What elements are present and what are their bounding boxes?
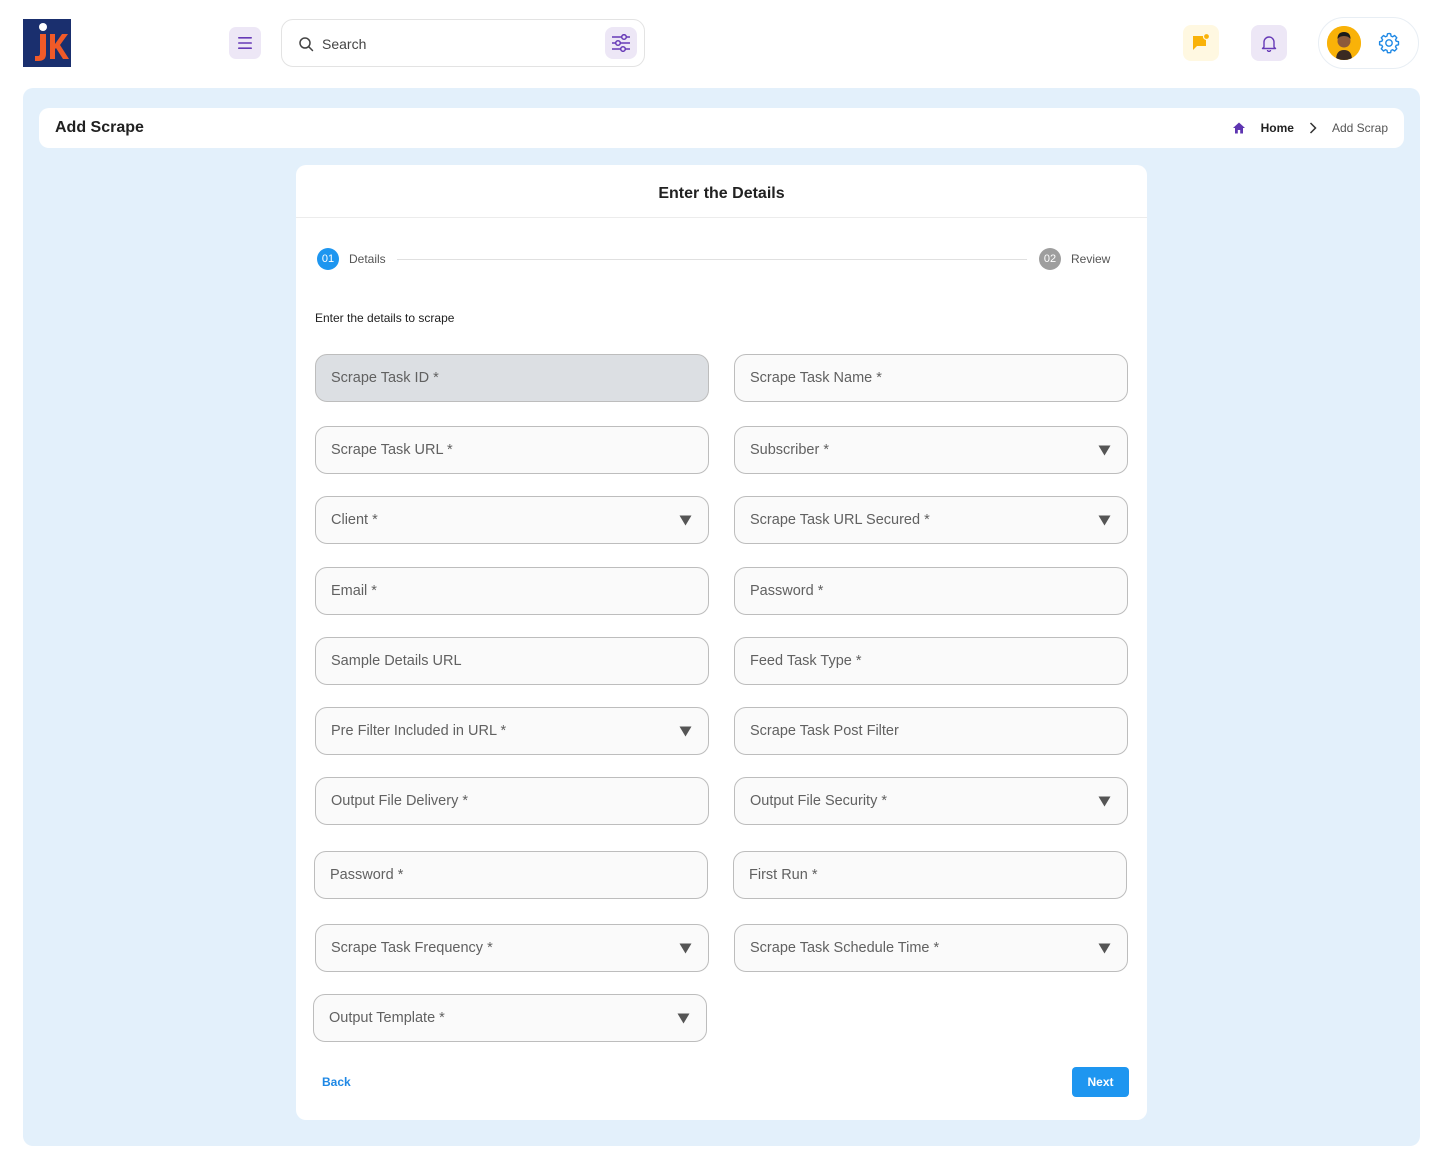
field-label: Scrape Task ID * (331, 370, 439, 386)
logo-mark (23, 19, 71, 67)
search-bar (281, 19, 645, 67)
text-field[interactable]: Sample Details URL (315, 637, 709, 685)
field-label: Scrape Task Frequency * (331, 940, 493, 956)
text-field[interactable]: Scrape Task Post Filter (734, 707, 1128, 755)
filter-icon (612, 34, 630, 52)
caret-down-icon (679, 515, 692, 526)
field-label: Scrape Task URL * (331, 442, 453, 458)
select-field[interactable]: Scrape Task Schedule Time * (734, 924, 1128, 972)
breadcrumb-current: Add Scrap (1331, 121, 1388, 135)
text-field[interactable]: Feed Task Type * (734, 637, 1128, 685)
step-2-label: Review (1071, 252, 1111, 266)
menu-button[interactable] (229, 27, 261, 59)
form-subheading: Enter the details to scrape (315, 311, 455, 325)
step-1-label: Details (349, 252, 386, 266)
chevron-right-icon (1309, 122, 1317, 134)
text-field[interactable]: First Run * (733, 851, 1127, 899)
caret-down-icon (677, 1013, 690, 1024)
main-content: Add Scrape Home Add Scrap Enter the Deta… (23, 88, 1420, 1146)
profile-menu[interactable] (1318, 17, 1419, 69)
field-label: Client * (331, 512, 378, 528)
step-connector (397, 259, 1027, 260)
select-field[interactable]: Scrape Task URL Secured * (734, 496, 1128, 544)
search-input[interactable] (322, 33, 582, 55)
avatar[interactable] (1327, 26, 1361, 60)
text-field: Scrape Task ID * (315, 354, 709, 402)
bell-icon (1261, 36, 1277, 52)
text-field[interactable]: Scrape Task Name * (734, 354, 1128, 402)
select-field[interactable]: Output File Security * (734, 777, 1128, 825)
menu-icon (238, 37, 252, 49)
form-card: Enter the Details 01 Details 02 Review E… (296, 165, 1147, 1120)
top-bar (0, 0, 1441, 88)
field-label: Subscriber * (750, 442, 829, 458)
field-label: Pre Filter Included in URL * (331, 723, 507, 739)
caret-down-icon (1098, 796, 1111, 807)
field-label: Scrape Task Schedule Time * (750, 940, 940, 956)
caret-down-icon (1098, 515, 1111, 526)
caret-down-icon (679, 943, 692, 954)
text-field[interactable]: Output File Delivery * (315, 777, 709, 825)
app-logo[interactable] (23, 19, 71, 67)
text-field[interactable]: Password * (734, 567, 1128, 615)
field-label: Output Template * (329, 1010, 445, 1026)
field-label: Sample Details URL (331, 653, 462, 669)
field-label: Scrape Task Post Filter (750, 723, 899, 739)
field-label: Output File Delivery * (331, 793, 468, 809)
search-icon (299, 37, 314, 52)
text-field[interactable]: Email * (315, 567, 709, 615)
breadcrumb-home[interactable]: Home (1261, 121, 1294, 135)
text-field[interactable]: Password * (314, 851, 708, 899)
caret-down-icon (1098, 445, 1111, 456)
text-field[interactable]: Scrape Task URL * (315, 426, 709, 474)
field-label: Password * (750, 583, 824, 599)
form-title: Enter the Details (296, 165, 1147, 218)
select-field[interactable]: Subscriber * (734, 426, 1128, 474)
page-title: Add Scrape (55, 119, 144, 136)
field-label: Password * (330, 867, 404, 883)
select-field[interactable]: Output Template * (313, 994, 707, 1042)
user-avatar-image (1327, 26, 1361, 60)
select-field[interactable]: Pre Filter Included in URL * (315, 707, 709, 755)
next-button[interactable]: Next (1072, 1067, 1129, 1097)
caret-down-icon (1098, 943, 1111, 954)
home-icon[interactable] (1231, 120, 1247, 136)
field-label: Email * (331, 583, 377, 599)
field-label: Feed Task Type * (750, 653, 862, 669)
notifications-button[interactable] (1251, 25, 1287, 61)
caret-down-icon (679, 726, 692, 737)
page-header: Add Scrape Home Add Scrap (39, 108, 1404, 148)
field-label: Scrape Task Name * (750, 370, 882, 386)
breadcrumb: Home Add Scrap (1231, 120, 1388, 136)
field-label: Scrape Task URL Secured * (750, 512, 930, 528)
stepper: 01 Details 02 Review (317, 248, 1117, 270)
field-label: Output File Security * (750, 793, 887, 809)
step-2-number[interactable]: 02 (1039, 248, 1061, 270)
back-button[interactable]: Back (322, 1075, 351, 1089)
message-icon (1193, 33, 1211, 50)
filter-button[interactable] (605, 27, 637, 59)
select-field[interactable]: Client * (315, 496, 709, 544)
step-1-number[interactable]: 01 (317, 248, 339, 270)
messages-button[interactable] (1183, 25, 1219, 61)
field-label: First Run * (749, 867, 818, 883)
select-field[interactable]: Scrape Task Frequency * (315, 924, 709, 972)
gear-icon[interactable] (1377, 31, 1401, 55)
